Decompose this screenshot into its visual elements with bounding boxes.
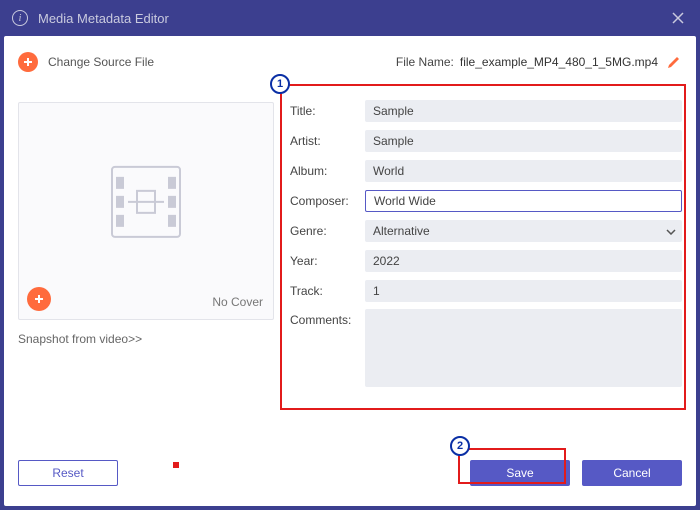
- cancel-button[interactable]: Cancel: [582, 460, 682, 486]
- track-input[interactable]: [365, 280, 682, 302]
- artist-input[interactable]: [365, 130, 682, 152]
- cover-preview: No Cover: [18, 102, 274, 320]
- genre-label: Genre:: [290, 224, 365, 238]
- filename-value: file_example_MP4_480_1_5MG.mp4: [460, 55, 658, 69]
- composer-label: Composer:: [290, 194, 365, 208]
- title-input[interactable]: [365, 100, 682, 122]
- comments-input[interactable]: [365, 309, 682, 387]
- title-label: Title:: [290, 104, 365, 118]
- annotation-dot: [173, 462, 179, 468]
- annotation-box-save: 2: [458, 448, 566, 484]
- track-label: Track:: [290, 284, 365, 298]
- album-label: Album:: [290, 164, 365, 178]
- year-label: Year:: [290, 254, 365, 268]
- reset-button[interactable]: Reset: [18, 460, 118, 486]
- genre-select[interactable]: [365, 220, 682, 242]
- year-input[interactable]: [365, 250, 682, 272]
- edit-filename-icon[interactable]: [666, 54, 682, 70]
- filename-label: File Name:: [396, 55, 454, 69]
- titlebar: i Media Metadata Editor: [0, 0, 700, 36]
- composer-input[interactable]: [365, 190, 682, 212]
- comments-label: Comments:: [290, 309, 365, 387]
- video-placeholder-icon: [104, 163, 188, 246]
- change-source-button[interactable]: [18, 52, 38, 72]
- snapshot-link[interactable]: Snapshot from video>>: [18, 332, 274, 346]
- artist-label: Artist:: [290, 134, 365, 148]
- close-button[interactable]: [668, 8, 688, 28]
- no-cover-label: No Cover: [212, 295, 263, 309]
- add-cover-button[interactable]: [27, 287, 51, 311]
- album-input[interactable]: [365, 160, 682, 182]
- callout-1: 1: [270, 74, 290, 94]
- change-source-label[interactable]: Change Source File: [48, 55, 154, 69]
- callout-2: 2: [450, 436, 470, 456]
- info-icon: i: [12, 10, 28, 26]
- window-title: Media Metadata Editor: [38, 11, 668, 26]
